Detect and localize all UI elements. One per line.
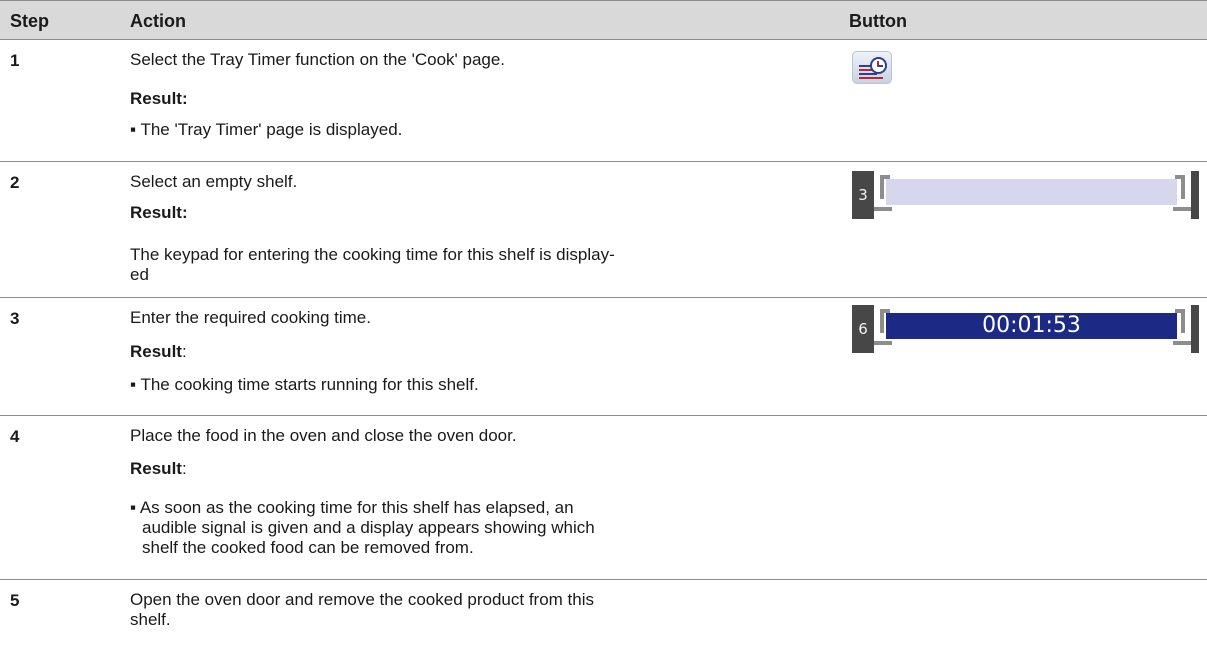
- result-label: Result:: [130, 342, 187, 361]
- result-label: Result:: [130, 203, 188, 222]
- table-row-1: 1 Select the Tray Timer function on the …: [0, 40, 1207, 162]
- left-bracket-top: [880, 175, 890, 179]
- right-bracket-foot: [1173, 341, 1191, 345]
- icon-bar: [859, 77, 883, 79]
- shelf-edge: [1191, 171, 1199, 219]
- result-label: Result:: [130, 89, 188, 108]
- result-text: The cooking time starts running for this…: [130, 374, 478, 395]
- shelf-edge: [1191, 305, 1199, 353]
- header-button: Button: [849, 11, 907, 31]
- result-text: The keypad for entering the cooking time…: [130, 245, 615, 264]
- table-row-5: 5 Open the oven door and remove the cook…: [0, 580, 1207, 653]
- result-text: audible signal is given and a display ap…: [142, 518, 595, 537]
- result-text: ed: [130, 265, 149, 284]
- left-bracket-top: [880, 309, 890, 313]
- action-text: shelf.: [130, 610, 171, 629]
- left-bracket-foot: [874, 341, 892, 345]
- result-label: Result:: [130, 459, 187, 478]
- step-number: 3: [10, 309, 20, 328]
- right-bracket-top: [1175, 309, 1185, 313]
- step-number: 2: [10, 173, 20, 192]
- action-text: Open the oven door and remove the cooked…: [130, 590, 594, 609]
- header-action: Action: [130, 11, 186, 31]
- step-number: 4: [10, 427, 20, 446]
- table-row-4: 4 Place the food in the oven and close t…: [0, 416, 1207, 580]
- clock-hand: [878, 65, 883, 67]
- shelf-slot-empty: [886, 179, 1177, 205]
- result-text: shelf the cooked food can be removed fro…: [142, 538, 474, 557]
- result-text: The 'Tray Timer' page is displayed.: [130, 119, 402, 140]
- action-text: Select the Tray Timer function on the 'C…: [130, 50, 506, 69]
- result-text: As soon as the cooking time for this she…: [130, 497, 574, 518]
- table-header: Step Action Button: [0, 0, 1207, 40]
- action-text: Enter the required cooking time.: [130, 308, 371, 327]
- shelf-number: 6: [852, 305, 874, 353]
- action-text: Place the food in the oven and close the…: [130, 426, 517, 445]
- shelf-number: 3: [852, 171, 874, 219]
- shelf-timer-button[interactable]: 6 00:01:53: [852, 305, 1199, 353]
- right-bracket-foot: [1173, 207, 1191, 211]
- header-step: Step: [10, 11, 50, 31]
- left-bracket-foot: [874, 207, 892, 211]
- action-text: Select an empty shelf.: [130, 172, 298, 191]
- step-number: 5: [10, 591, 20, 610]
- right-bracket-top: [1175, 175, 1185, 179]
- shelf-empty-button[interactable]: 3: [852, 171, 1199, 219]
- step-number: 1: [10, 51, 20, 70]
- tray-timer-icon[interactable]: [852, 51, 892, 84]
- shelf-timer-display: 00:01:53: [886, 313, 1177, 339]
